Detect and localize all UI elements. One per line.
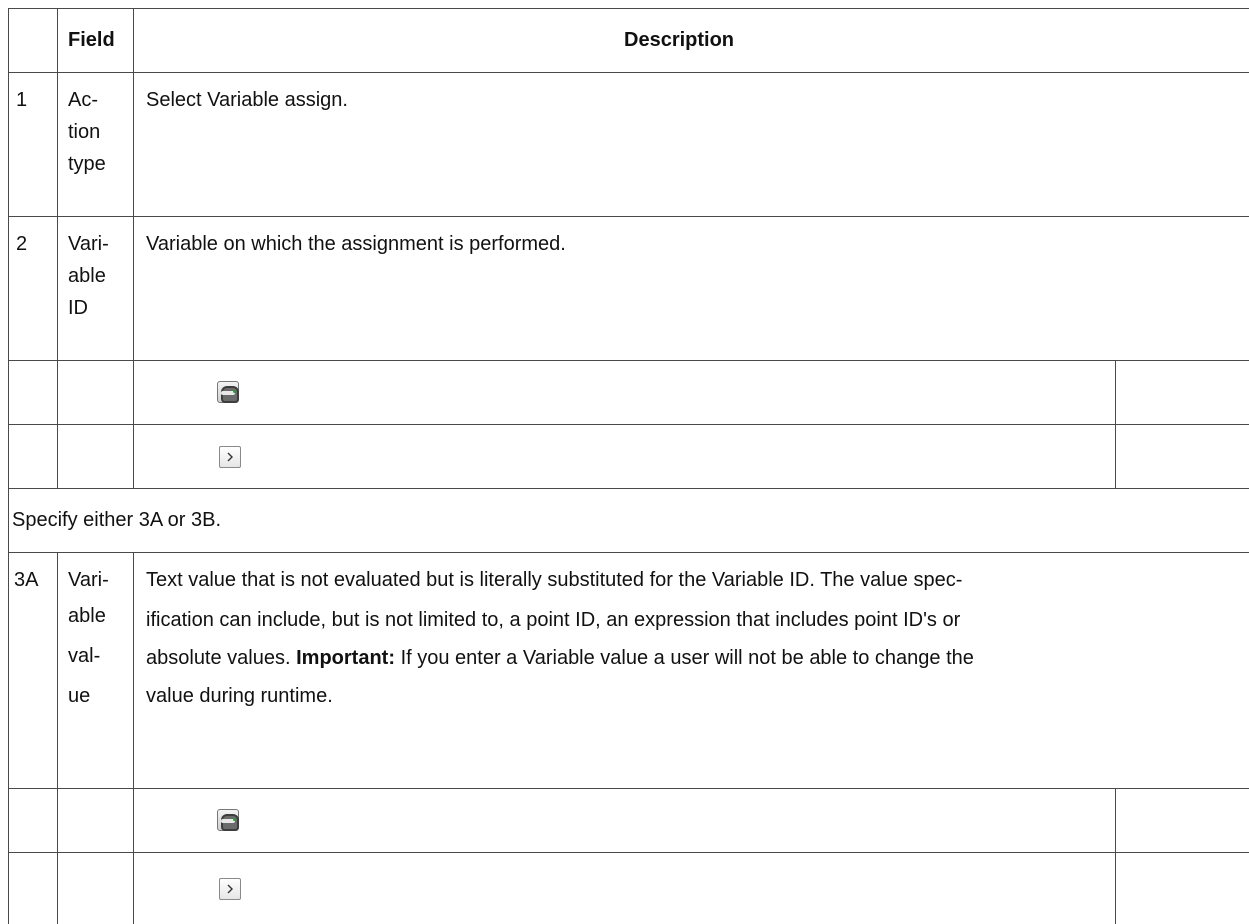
row-index: 3A [14, 569, 39, 591]
header-description: Description [624, 29, 735, 51]
description-text: If you enter a Variable value a user wil… [400, 647, 974, 669]
row-field-line: ID [68, 297, 88, 319]
database-browse-icon[interactable] [217, 381, 239, 403]
expand-arrow-icon[interactable] [219, 878, 241, 900]
row-description-line: Text value that is not evaluated but is … [146, 569, 963, 591]
row-description: Variable on which the assignment is perf… [146, 233, 566, 255]
row-description-line: value during runtime. [146, 685, 333, 707]
row-description-line: absolute values. Important: If you enter… [146, 642, 974, 674]
row-field-line: Vari- [68, 233, 109, 255]
database-browse-icon[interactable] [217, 809, 239, 831]
row-field-line: Ac- [68, 89, 98, 111]
row-index: 1 [16, 89, 28, 111]
expand-arrow-icon[interactable] [219, 446, 241, 468]
row-index: 2 [16, 233, 28, 255]
important-label: Important: [296, 647, 395, 669]
note-text: Specify either 3A or 3B. [12, 509, 222, 531]
row-field-line: able [68, 265, 106, 287]
header-field: Field [68, 29, 115, 51]
row-field-line: able [68, 605, 106, 627]
row-description: Select Variable assign. [146, 89, 348, 111]
row-field-line: Vari- [68, 569, 109, 591]
description-text: absolute values. [146, 647, 291, 669]
row-field-line: ue [68, 685, 91, 707]
row-field-line: val- [68, 645, 101, 667]
row-field-line: tion [68, 121, 101, 143]
row-description-line: ification can include, but is not limite… [146, 609, 961, 631]
row-field-line: type [68, 153, 106, 175]
